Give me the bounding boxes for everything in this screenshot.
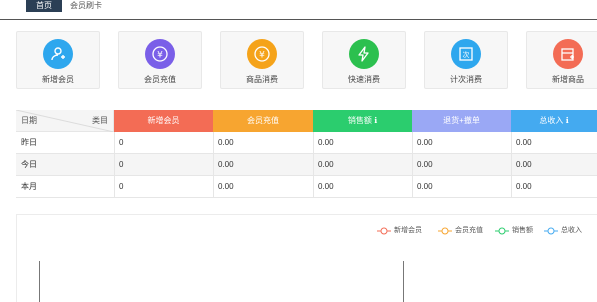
table-cell: 0.00 <box>417 160 433 169</box>
svg-text:¥: ¥ <box>157 51 163 61</box>
legend-line-marker-icon <box>495 227 509 235</box>
trend-chart-panel: 新增会员 会员充值 销售额 总收入 <box>16 214 597 302</box>
table-row: 昨日 0 0.00 0.00 0.00 0.00 <box>16 132 597 154</box>
row-label-month: 本月 <box>21 182 37 191</box>
add-product-icon <box>553 39 583 69</box>
column-divider <box>412 132 413 198</box>
table-cell: 0.00 <box>218 160 234 169</box>
legend-line-marker-icon <box>544 227 558 235</box>
table-cell: 0.00 <box>218 138 234 147</box>
header-new-members: 新增会员 <box>114 110 213 132</box>
chart-left-axis-line <box>39 261 40 302</box>
table-cell: 0.00 <box>516 160 532 169</box>
legend-label: 总收入 <box>561 227 582 234</box>
legend-item-new-members[interactable]: 新增会员 <box>377 226 422 236</box>
yen-recharge-icon: ¥ <box>145 39 175 69</box>
add-product-button[interactable]: 新增商品 <box>526 31 597 89</box>
tab-member-card[interactable]: 会员刷卡 <box>64 0 108 12</box>
add-member-button[interactable]: 新增会员 <box>16 31 100 89</box>
add-member-label: 新增会员 <box>42 75 74 84</box>
table-cell: 0.00 <box>318 138 334 147</box>
yen-coin-icon: ¥ <box>247 39 277 69</box>
column-divider <box>114 132 115 198</box>
table-cell: 0.00 <box>318 182 334 191</box>
table-row: 今日 0 0.00 0.00 0.00 0.00 <box>16 154 597 176</box>
header-returns: 退货+撤单 <box>412 110 511 132</box>
legend-item-total-income[interactable]: 总收入 <box>544 226 582 236</box>
quick-consume-label: 快速消费 <box>348 75 380 84</box>
svg-text:¥: ¥ <box>259 51 265 61</box>
legend-label: 销售额 <box>512 227 533 234</box>
row-label-today: 今日 <box>21 160 37 169</box>
header-total-income[interactable]: 总收入 ℹ <box>511 110 597 132</box>
table-row: 本月 0 0.00 0.00 0.00 0.00 <box>16 176 597 198</box>
tab-home[interactable]: 首页 <box>26 0 62 12</box>
product-consume-label: 商品消费 <box>246 75 278 84</box>
legend-label: 新增会员 <box>394 227 422 234</box>
count-consume-button[interactable]: 次 计次消费 <box>424 31 508 89</box>
corner-category-label: 类目 <box>92 116 108 125</box>
tab-bar: 首页 会员刷卡 <box>0 0 597 20</box>
legend-label: 会员充值 <box>455 227 483 234</box>
count-card-icon: 次 <box>451 39 481 69</box>
member-recharge-label: 会员充值 <box>144 75 176 84</box>
lightning-icon <box>349 39 379 69</box>
header-sales[interactable]: 销售额 ℹ <box>313 110 412 132</box>
member-recharge-button[interactable]: ¥ 会员充值 <box>118 31 202 89</box>
svg-text:次: 次 <box>463 50 470 59</box>
table-header-row: 日期 类目 新增会员 会员充值 销售额 ℹ 退货+撤单 总收入 ℹ <box>16 110 597 132</box>
table-cell: 0.00 <box>516 138 532 147</box>
table-cell: 0.00 <box>417 182 433 191</box>
table-cell: 0 <box>119 138 124 147</box>
chart-right-axis-line <box>403 261 404 302</box>
table-cell: 0.00 <box>417 138 433 147</box>
stats-table: 日期 类目 新增会员 会员充值 销售额 ℹ 退货+撤单 总收入 ℹ 昨日 0 0… <box>16 110 597 200</box>
column-divider <box>511 132 512 198</box>
column-divider <box>213 132 214 198</box>
legend-line-marker-icon <box>377 227 391 235</box>
legend-item-member-recharge[interactable]: 会员充值 <box>438 226 483 236</box>
table-cell: 0 <box>119 160 124 169</box>
row-label-yesterday: 昨日 <box>21 138 37 147</box>
product-consume-button[interactable]: ¥ 商品消费 <box>220 31 304 89</box>
table-cell: 0 <box>119 182 124 191</box>
add-product-label: 新增商品 <box>552 75 584 84</box>
legend-item-sales[interactable]: 销售额 <box>495 226 533 236</box>
quick-consume-button[interactable]: 快速消费 <box>322 31 406 89</box>
table-corner-cell: 日期 类目 <box>16 110 114 132</box>
legend-line-marker-icon <box>438 227 452 235</box>
table-cell: 0.00 <box>318 160 334 169</box>
header-member-recharge: 会员充值 <box>213 110 313 132</box>
column-divider <box>313 132 314 198</box>
table-cell: 0.00 <box>218 182 234 191</box>
add-member-icon <box>43 39 73 69</box>
corner-date-label: 日期 <box>21 116 37 125</box>
table-cell: 0.00 <box>516 182 532 191</box>
count-consume-label: 计次消费 <box>450 75 482 84</box>
